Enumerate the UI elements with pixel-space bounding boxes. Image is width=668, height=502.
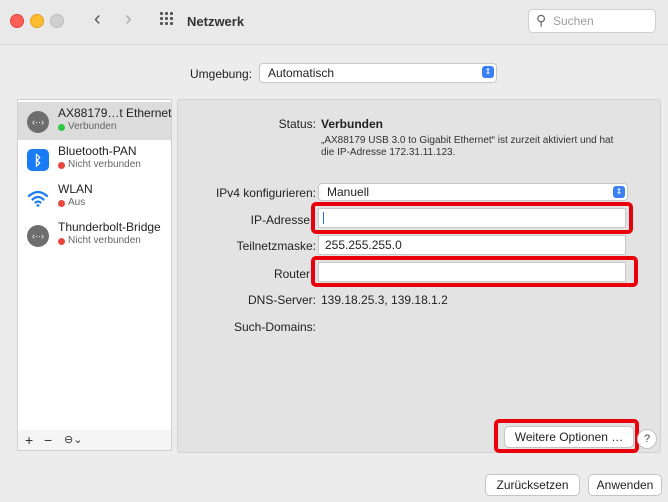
wifi-icon <box>27 187 49 209</box>
highlight-router <box>311 256 638 287</box>
minimize-window-icon[interactable] <box>30 14 44 28</box>
ethernet-icon: ‹··› <box>27 111 49 133</box>
highlight-ip-address <box>311 202 633 234</box>
service-status: Nicht verbunden <box>68 159 141 170</box>
ipv4-label: IPv4 konfigurieren: <box>215 186 316 200</box>
search-placeholder: Suchen <box>553 14 594 28</box>
more-options-button[interactable]: Weitere Optionen … <box>504 426 634 448</box>
chevron-updown-icon: ⇕ <box>482 66 494 78</box>
environment-value: Automatisch <box>268 66 335 80</box>
window-title: Netzwerk <box>187 14 245 29</box>
search-icon: ⚲ <box>536 12 547 28</box>
apply-button[interactable]: Anwenden <box>588 474 662 496</box>
status-dot-icon <box>58 124 65 131</box>
back-arrow-icon[interactable]: ‹ <box>94 9 101 29</box>
service-name: Bluetooth-PAN <box>58 144 137 158</box>
service-item-ethernet[interactable]: ‹··› AX88179…t Ethernet Verbunden <box>18 102 171 140</box>
dns-label: DNS-Server: <box>247 293 316 307</box>
service-list: ‹··› AX88179…t Ethernet Verbunden ᛒ Blue… <box>17 99 172 431</box>
close-window-icon[interactable] <box>10 14 24 28</box>
subnet-mask-field[interactable]: 255.255.255.0 <box>318 235 626 255</box>
service-name: Thunderbolt-Bridge <box>58 220 161 234</box>
ipv4-config-value: Manuell <box>327 185 370 199</box>
status-description: „AX88179 USB 3.0 to Gigabit Ethernet“ is… <box>321 135 614 158</box>
ethernet-icon: ‹··› <box>27 225 49 247</box>
chevron-updown-icon: ⇕ <box>613 186 625 198</box>
action-menu-button[interactable]: ⊖⌄ <box>64 432 82 448</box>
status-label: Status: <box>278 117 316 131</box>
title-bar: ‹ › Netzwerk ⚲ Suchen <box>0 0 668 45</box>
add-service-button[interactable]: + <box>25 432 33 448</box>
service-name: WLAN <box>58 182 93 196</box>
search-domains-label: Such-Domains: <box>233 320 316 334</box>
search-input[interactable]: ⚲ Suchen <box>528 9 656 33</box>
dns-value: 139.18.25.3, 139.18.1.2 <box>321 293 448 307</box>
status-dot-icon <box>58 238 65 245</box>
bluetooth-icon: ᛒ <box>27 149 49 171</box>
service-item-thunderbolt[interactable]: ‹··› Thunderbolt-Bridge Nicht verbunden <box>18 216 171 254</box>
help-button[interactable]: ? <box>637 429 657 449</box>
status-value: Verbunden <box>321 117 384 131</box>
environment-label: Umgebung: <box>190 67 253 81</box>
service-status: Nicht verbunden <box>68 235 141 246</box>
service-status: Verbunden <box>68 121 117 132</box>
revert-button[interactable]: Zurücksetzen <box>485 474 580 496</box>
ip-address-label: IP-Adresse <box>250 213 310 227</box>
service-item-wlan[interactable]: WLAN Aus <box>18 178 171 216</box>
ipv4-config-select[interactable]: Manuell ⇕ <box>318 183 628 201</box>
router-label: Router <box>273 267 310 281</box>
remove-service-button[interactable]: − <box>44 432 52 448</box>
environment-select[interactable]: Automatisch ⇕ <box>259 63 497 83</box>
zoom-window-icon[interactable] <box>50 14 64 28</box>
subnet-mask-value: 255.255.255.0 <box>325 238 402 252</box>
show-all-grid-icon[interactable] <box>160 12 174 26</box>
service-list-toolbar: + − ⊖⌄ <box>17 430 172 451</box>
service-name: AX88179…t Ethernet <box>58 106 172 120</box>
service-item-bluetooth[interactable]: ᛒ Bluetooth-PAN Nicht verbunden <box>18 140 171 178</box>
status-dot-icon <box>58 200 65 207</box>
forward-arrow-icon[interactable]: › <box>125 9 132 29</box>
status-dot-icon <box>58 162 65 169</box>
subnet-label: Teilnetzmaske: <box>236 239 316 253</box>
service-status: Aus <box>68 197 86 208</box>
